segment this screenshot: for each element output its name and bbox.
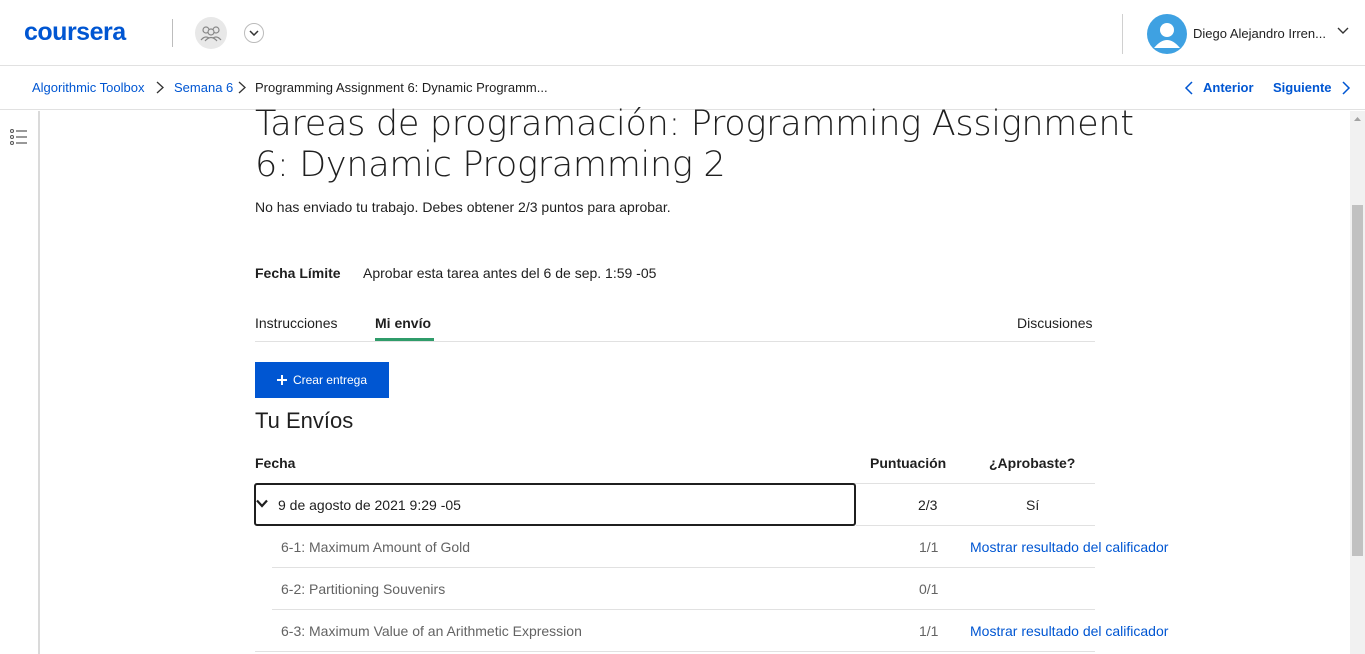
user-avatar[interactable] (1147, 14, 1187, 54)
chevron-right-icon (238, 81, 246, 94)
submissions-heading: Tu Envíos (255, 408, 354, 433)
part-name: 6-1: Maximum Amount of Gold (281, 539, 471, 555)
assignment-tabs: Instrucciones Mi envío Discusiones (255, 303, 1095, 342)
previous-label: Anterior (1203, 80, 1254, 95)
part-score: 1/1 (919, 623, 939, 639)
part-name: 6-3: Maximum Value of an Arithmetic Expr… (281, 623, 582, 639)
group-switcher-avatar[interactable] (195, 17, 227, 49)
breadcrumb-current: Programming Assignment 6: Dynamic Progra… (255, 80, 548, 95)
previous-item-link[interactable]: Anterior (1184, 80, 1254, 95)
divider (172, 19, 173, 47)
divider (255, 651, 1095, 652)
due-date-value: Aprobar esta tarea antes del 6 de sep. 1… (363, 265, 657, 281)
breadcrumb-course-link[interactable]: Algorithmic Toolbox (32, 80, 144, 95)
column-header-score: Puntuación (870, 455, 947, 471)
part-score: 0/1 (919, 581, 939, 597)
show-grader-output-link[interactable]: Mostrar resultado del calificador (970, 539, 1168, 555)
divider (1122, 14, 1123, 54)
show-grader-output-link[interactable]: Mostrar resultado del calificador (970, 623, 1168, 639)
next-item-link[interactable]: Siguiente (1273, 80, 1351, 95)
coursera-logo[interactable]: coursera (24, 18, 126, 47)
chevron-down-icon (249, 30, 259, 36)
divider (272, 609, 1095, 610)
submission-passed: Sí (1026, 497, 1040, 513)
page-title: Tareas de programación: Programming Assi… (255, 104, 1134, 185)
chevron-down-icon (256, 499, 268, 508)
part-score: 1/1 (919, 539, 939, 555)
tab-instructions[interactable]: Instrucciones (255, 315, 337, 331)
scrollbar-thumb[interactable] (1352, 205, 1363, 556)
submission-score: 2/3 (918, 497, 938, 513)
group-dropdown-button[interactable] (244, 23, 264, 43)
chevron-right-icon (1341, 80, 1350, 95)
create-submission-button[interactable]: Crear entrega (255, 362, 389, 398)
submission-status-text: No has enviado tu trabajo. Debes obtener… (255, 199, 671, 215)
tab-my-submission[interactable]: Mi envío (375, 315, 431, 331)
chevron-down-icon[interactable] (1337, 27, 1349, 35)
group-people-icon (200, 26, 222, 42)
user-name[interactable]: Diego Alejandro Irren... (1193, 26, 1326, 41)
plus-icon (276, 375, 287, 385)
course-outline-sidebar (0, 111, 40, 654)
user-icon (1154, 23, 1180, 48)
part-name: 6-2: Partitioning Souvenirs (281, 581, 446, 597)
breadcrumb-week-link[interactable]: Semana 6 (174, 80, 233, 95)
active-tab-indicator (375, 338, 434, 341)
list-menu-icon[interactable] (10, 129, 28, 145)
create-submission-label: Crear entrega (292, 373, 368, 387)
tab-discussions[interactable]: Discusiones (1017, 315, 1092, 331)
divider (856, 525, 1095, 526)
top-navigation-bar: coursera Diego Alejandro Irren... (0, 0, 1365, 66)
chevron-right-icon (156, 81, 164, 94)
chevron-left-icon (1184, 80, 1193, 95)
column-header-passed: ¿Aprobaste? (989, 455, 1076, 471)
scroll-up-arrow-icon[interactable] (1352, 113, 1363, 124)
next-label: Siguiente (1273, 80, 1332, 95)
due-date-label: Fecha Límite (255, 265, 341, 281)
divider (272, 567, 1095, 568)
column-header-date: Fecha (255, 455, 296, 471)
submission-date: 9 de agosto de 2021 9:29 -05 (278, 497, 461, 513)
